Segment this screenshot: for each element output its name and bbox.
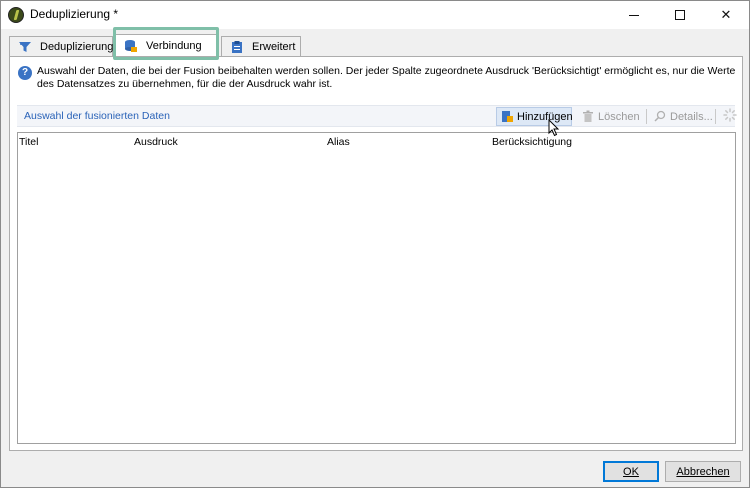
mouse-cursor-icon: [548, 118, 560, 137]
app-logo-icon: [8, 7, 24, 23]
column-header-beruecksichtigung[interactable]: Berücksichtigung: [492, 136, 572, 148]
section-title: Auswahl der fusionierten Daten: [24, 110, 170, 122]
toolbar-divider: [646, 109, 647, 124]
tab-label: Erweitert: [252, 40, 296, 53]
details-label: Details...: [670, 110, 713, 123]
grid-header: Titel Ausdruck Alias Berücksichtigung: [18, 133, 735, 150]
column-header-titel[interactable]: Titel: [19, 136, 38, 148]
toolbar: Auswahl der fusionierten Daten Hinzufüge…: [17, 105, 737, 127]
dialog-window: Deduplizierung * ✕ Deduplizierung Verbin…: [0, 0, 750, 488]
loading-indicator: [719, 107, 741, 126]
details-button[interactable]: Details...: [650, 107, 717, 126]
cancel-button[interactable]: Abbrechen: [665, 461, 741, 482]
add-button[interactable]: Hinzufügen: [496, 107, 573, 126]
tab-erweitert[interactable]: Erweitert: [221, 36, 301, 56]
cancel-label: Abbrechen: [676, 465, 730, 478]
delete-button[interactable]: Löschen: [578, 107, 644, 126]
column-header-alias[interactable]: Alias: [327, 136, 350, 148]
tab-verbindung[interactable]: Verbindung: [115, 34, 219, 56]
magnifier-icon: [654, 110, 666, 123]
tab-label: Verbindung: [146, 39, 202, 52]
clipboard-icon: [230, 40, 244, 54]
delete-label: Löschen: [598, 110, 640, 123]
title-bar[interactable]: Deduplizierung * ✕: [1, 1, 749, 29]
toolbar-divider: [715, 109, 716, 124]
maximize-icon: [675, 10, 685, 20]
window-title: Deduplizierung *: [30, 7, 119, 21]
data-grid[interactable]: Titel Ausdruck Alias Berücksichtigung: [17, 132, 736, 444]
info-icon: ?: [18, 66, 32, 80]
add-icon: [501, 110, 513, 123]
tab-label: Deduplizierung: [40, 40, 114, 53]
funnel-icon: [18, 40, 32, 54]
tab-deduplizierung[interactable]: Deduplizierung: [9, 36, 113, 56]
minimize-button[interactable]: [611, 1, 657, 29]
info-description: Auswahl der Daten, die bei der Fusion be…: [37, 65, 736, 90]
maximize-button[interactable]: [657, 1, 703, 29]
close-button[interactable]: ✕: [703, 1, 749, 29]
tab-strip: Deduplizierung Verbindung Erweitert: [9, 34, 743, 56]
spinner-icon: [723, 108, 737, 125]
tab-content-panel: ? Auswahl der Daten, die bei der Fusion …: [9, 56, 743, 451]
ok-label: OK: [623, 465, 639, 478]
database-icon: [124, 39, 138, 53]
ok-button[interactable]: OK: [603, 461, 659, 482]
close-icon: ✕: [720, 7, 732, 23]
trash-icon: [582, 110, 594, 123]
minimize-icon: [629, 14, 639, 16]
column-header-ausdruck[interactable]: Ausdruck: [134, 136, 178, 148]
add-label: Hinzufügen: [517, 110, 573, 123]
